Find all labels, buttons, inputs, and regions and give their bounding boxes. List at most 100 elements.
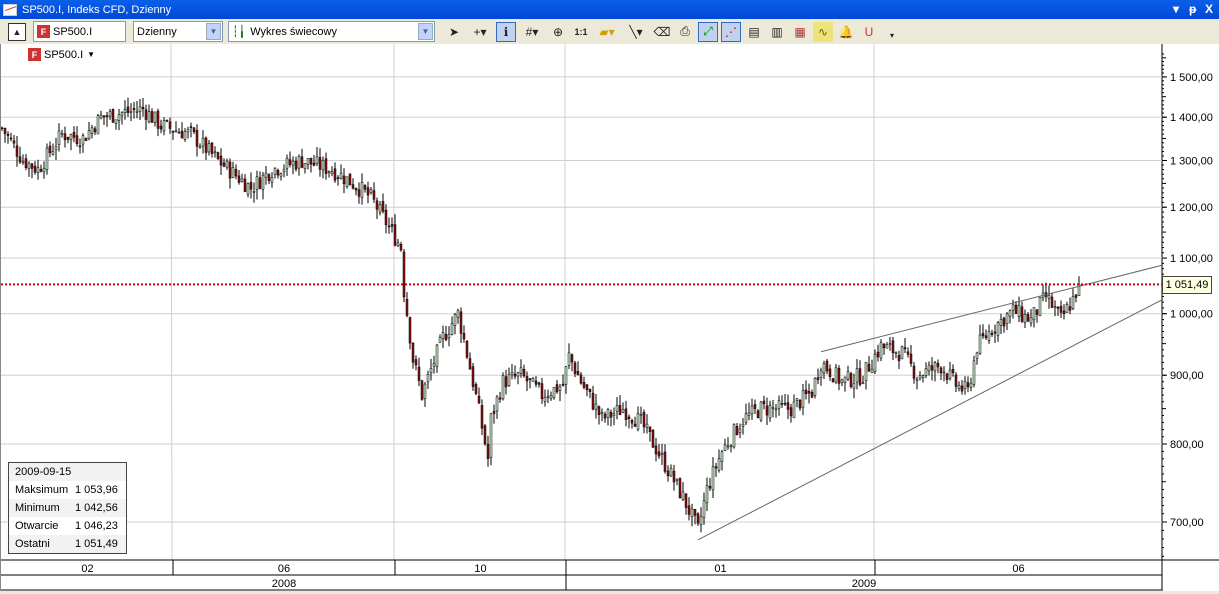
candle-down [891,340,895,353]
close-icon[interactable]: X [1205,2,1213,16]
candle-up [60,132,64,135]
candle-up [870,368,874,374]
candle-up [123,109,127,113]
candle-down [75,135,79,145]
folder-icon[interactable]: ▰▾ [594,22,620,42]
candle-up [813,378,817,396]
chart-symbol-menu[interactable]: F SP500.I ▼ [28,48,95,61]
candle-up [690,508,694,517]
pointer-icon[interactable]: ➤ [444,22,464,42]
candle-down [105,115,109,118]
candle-down [393,224,397,246]
candle-up [615,405,619,412]
candle-down [399,244,403,251]
candle-down [39,169,43,172]
collapse-up-button[interactable]: ▲ [8,22,26,41]
candle-down [1062,310,1066,315]
y-tick-label: 1 400,00 [1170,112,1213,124]
copy-chart-icon[interactable]: ▤ [744,22,764,42]
candle-down [513,373,517,377]
paste-chart-icon[interactable]: ▥ [767,22,787,42]
candle-up [162,120,166,132]
trend-icon[interactable]: ⋰ [721,21,741,42]
chevron-down-icon[interactable]: ▼ [87,50,95,59]
zoom-icon[interactable]: ⊕ [548,22,568,42]
eraser-icon[interactable]: ⌫ [652,22,672,42]
grid-icon[interactable]: #▾ [519,22,545,42]
candle-up [681,491,685,500]
toolbar-overflow-icon[interactable]: ▾ [882,26,902,46]
candle-up [261,174,265,190]
chevron-down-icon[interactable]: ▼ [418,23,433,40]
candle-down [756,410,760,419]
candle-down [357,189,361,197]
template-icon[interactable]: ▦ [790,22,810,42]
candle-up [432,363,436,367]
candle-down [171,130,175,133]
y-tick-label: 1 100,00 [1170,253,1213,265]
line-icon[interactable]: ╲▾ [623,22,649,42]
candle-down [219,155,223,166]
pin-icon[interactable]: ᵽ [1189,2,1196,16]
candle-down [249,182,253,190]
candle-down [1014,304,1018,314]
autoscale-icon[interactable]: ⤢ [698,21,718,42]
magnet-icon[interactable]: U [859,22,879,42]
candle-up [57,130,61,145]
candle-up [741,424,745,427]
candle-up [888,343,892,345]
candle-down [351,184,355,189]
candle-down [156,110,160,129]
candle-down [909,353,913,364]
print-icon[interactable]: ⎙ [675,22,695,42]
chart-type-select[interactable]: ┆╽ Wykres świecowy ▼ [228,21,435,42]
candle-down [12,140,16,144]
candle-up [546,396,550,398]
candle-down [300,156,304,168]
candle-down [882,343,886,349]
menu-dropdown-icon[interactable]: ▾ [1173,2,1179,16]
candle-up [552,386,556,398]
v-gridline [170,43,173,561]
candle-down [72,132,76,138]
candle-down [648,426,652,432]
y-tick-label: 800,00 [1170,439,1204,451]
month-label: 06 [278,563,290,575]
price-chart[interactable]: 700,00 800,00 900,00 1 000,00 1 100,00 1 200,… [0,43,1219,591]
crosshair-icon[interactable]: +▾ [467,22,493,42]
indicator-icon[interactable]: ∿ [813,21,833,42]
symbol-field[interactable]: F SP500.I [33,21,126,42]
candle-down [1050,296,1054,308]
one-to-one-button[interactable]: 1:1 [571,22,591,42]
candle-up [732,424,736,448]
chart-area[interactable]: 700,00 800,00 900,00 1 000,00 1 100,00 1 200,… [0,43,1219,591]
candle-down [573,362,577,374]
alert-bell-icon[interactable]: 🔔 [836,22,856,42]
candle-down [9,137,13,140]
info-value: 1 053,96 [75,484,118,496]
candle-up [501,375,505,400]
info-row: Ostatni 1 051,49 [9,535,126,553]
candle-up [801,390,805,408]
candle-down [654,445,658,455]
candle-up [957,385,961,389]
candle-down [216,152,220,159]
candle-down [417,366,421,381]
info-row: Maksimum 1 053,96 [9,481,126,499]
chevron-down-icon[interactable]: ▼ [206,23,221,40]
candle-down [18,156,22,163]
candle-down [867,363,871,372]
interval-select[interactable]: Dzienny ▼ [133,21,223,42]
candle-down [408,317,412,344]
candle-down [483,425,487,445]
candle-down [33,165,37,173]
candle-down [195,130,199,147]
info-icon[interactable]: ℹ [496,21,516,42]
candle-up [369,189,373,194]
candle-down [309,157,313,165]
month-label: 10 [474,563,486,575]
candle-down [48,145,52,153]
candle-down [192,127,196,132]
candle-down [1002,317,1006,327]
candle-down [762,400,766,405]
